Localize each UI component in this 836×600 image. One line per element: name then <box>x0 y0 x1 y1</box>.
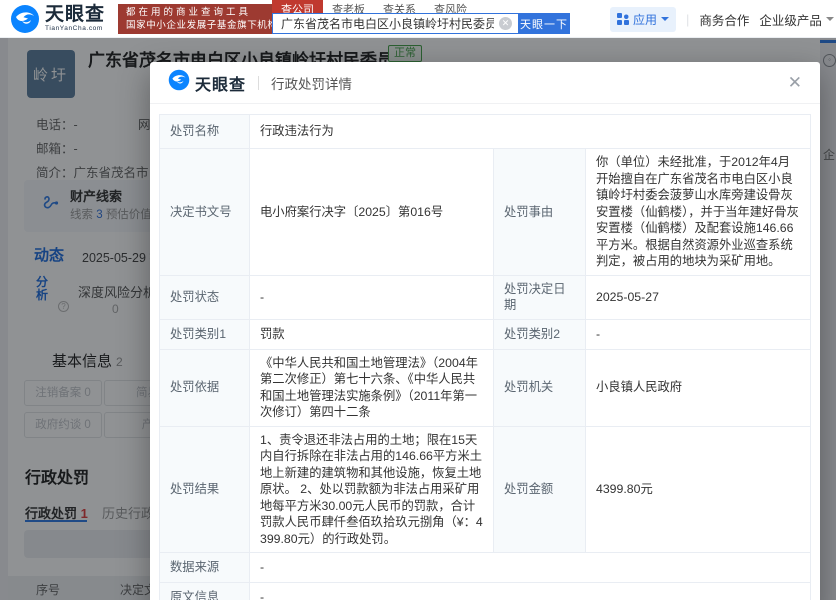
field-label: 处罚依据 <box>159 348 250 427</box>
nav-divider: | <box>686 11 690 27</box>
field-label: 处罚决定日期 <box>493 274 586 320</box>
field-label: 处罚结果 <box>159 425 250 553</box>
enterprise-label: 企业级产品 <box>759 13 822 28</box>
field-label: 原文信息 <box>159 582 250 600</box>
table-row: 处罚依据 《中华人民共和国土地管理法》（2004年第二次修正）第七十六条、《中华… <box>159 348 811 427</box>
app-window: 天眼查 TianYanCha.com 都在用的商业查询工具 国家中小企业发展子基… <box>0 0 836 600</box>
tianyancha-logo[interactable]: 天眼查 TianYanCha.com <box>10 4 105 34</box>
apps-grid-icon <box>617 13 629 25</box>
field-value: 罚款 <box>249 318 494 350</box>
field-value: - <box>249 582 811 600</box>
modal-header: 天眼查 行政处罚详情 ✕ <box>150 62 820 104</box>
field-value: - <box>249 274 494 320</box>
tianyancha-logo-icon <box>10 4 40 34</box>
search-input[interactable] <box>272 13 518 34</box>
promo-line1: 都在用的商业查询工具 <box>126 7 252 18</box>
search-button[interactable]: 天眼一下 <box>518 13 570 34</box>
modal-title: 行政处罚详情 <box>271 76 353 92</box>
search-bar: ✕ 天眼一下 <box>272 13 570 34</box>
field-value: 4399.80元 <box>585 425 811 553</box>
close-icon[interactable]: ✕ <box>788 74 802 91</box>
field-value: - <box>249 552 811 583</box>
table-row: 原文信息 - <box>159 582 811 600</box>
top-navbar: 天眼查 TianYanCha.com 都在用的商业查询工具 国家中小企业发展子基… <box>0 0 836 38</box>
navbar-right: 应用 | 商务合作 企业级产品 | 开 <box>610 6 836 32</box>
link-business-cooperation[interactable]: 商务合作 <box>699 10 749 29</box>
field-value: 1、责令退还非法占用的土地；限在15天内自行拆除在非法占用的146.66平方米土… <box>249 425 494 553</box>
header-divider <box>258 75 260 90</box>
link-enterprise-products[interactable]: 企业级产品 <box>759 10 834 29</box>
modal-brand: 天眼查 <box>168 69 246 96</box>
field-label: 决定书文号 <box>159 148 250 276</box>
caret-down-icon <box>825 17 834 21</box>
field-label: 处罚金额 <box>493 425 586 553</box>
caret-down-icon <box>661 17 670 21</box>
field-label: 处罚事由 <box>493 148 586 276</box>
field-label: 处罚名称 <box>159 114 250 149</box>
modal-body: 处罚名称 行政违法行为 决定书文号 电小府案行决字〔2025〕第016号 处罚事… <box>150 104 820 600</box>
table-row: 数据来源 - <box>159 552 811 583</box>
field-label: 处罚类别2 <box>493 318 586 350</box>
field-value: 小良镇人民政府 <box>585 348 811 427</box>
brand-name: 天眼查 <box>45 4 106 26</box>
promo-line2: 国家中小企业发展子基金旗下机构 <box>126 19 278 31</box>
field-value: 《中华人民共和国土地管理法》（2004年第二次修正）第七十六条、《中华人民共和国… <box>249 348 494 427</box>
brand-domain: TianYanCha.com <box>45 25 103 33</box>
apps-menu-button[interactable]: 应用 <box>610 6 677 32</box>
table-row: 决定书文号 电小府案行决字〔2025〕第016号 处罚事由 你（单位）未经批准，… <box>159 148 811 276</box>
penalty-detail-table: 处罚名称 行政违法行为 决定书文号 电小府案行决字〔2025〕第016号 处罚事… <box>159 114 811 600</box>
table-row: 处罚结果 1、责令退还非法占用的土地；限在15天内自行拆除在非法占用的146.6… <box>159 425 811 553</box>
table-row: 处罚类别1 罚款 处罚类别2 - <box>159 318 811 350</box>
table-row: 处罚名称 行政违法行为 <box>159 114 811 149</box>
field-label: 数据来源 <box>159 552 250 583</box>
field-label: 处罚类别1 <box>159 318 250 350</box>
field-value: - <box>585 318 811 350</box>
table-row: 处罚状态 - 处罚决定日期 2025-05-27 <box>159 274 811 320</box>
field-label: 处罚状态 <box>159 274 250 320</box>
field-value: 电小府案行决字〔2025〕第016号 <box>249 148 494 276</box>
field-value: 你（单位）未经批准，于2012年4月开始擅自在广东省茂名市电白区小良镇岭圩村委会… <box>585 148 811 276</box>
apps-menu-label: 应用 <box>633 12 658 27</box>
field-value: 2025-05-27 <box>585 274 811 320</box>
modal-brand-name: 天眼查 <box>195 76 247 94</box>
field-label: 处罚机关 <box>493 348 586 427</box>
field-value: 行政违法行为 <box>249 114 811 149</box>
tianyancha-logo-icon <box>168 69 190 96</box>
penalty-detail-modal: 天眼查 行政处罚详情 ✕ 处罚名称 行政违法行为 决定书文号 电小府案行决字〔2… <box>150 62 820 600</box>
search-clear-icon[interactable]: ✕ <box>499 17 512 30</box>
promo-banner: 都在用的商业查询工具 国家中小企业发展子基金旗下机构 <box>118 4 286 34</box>
